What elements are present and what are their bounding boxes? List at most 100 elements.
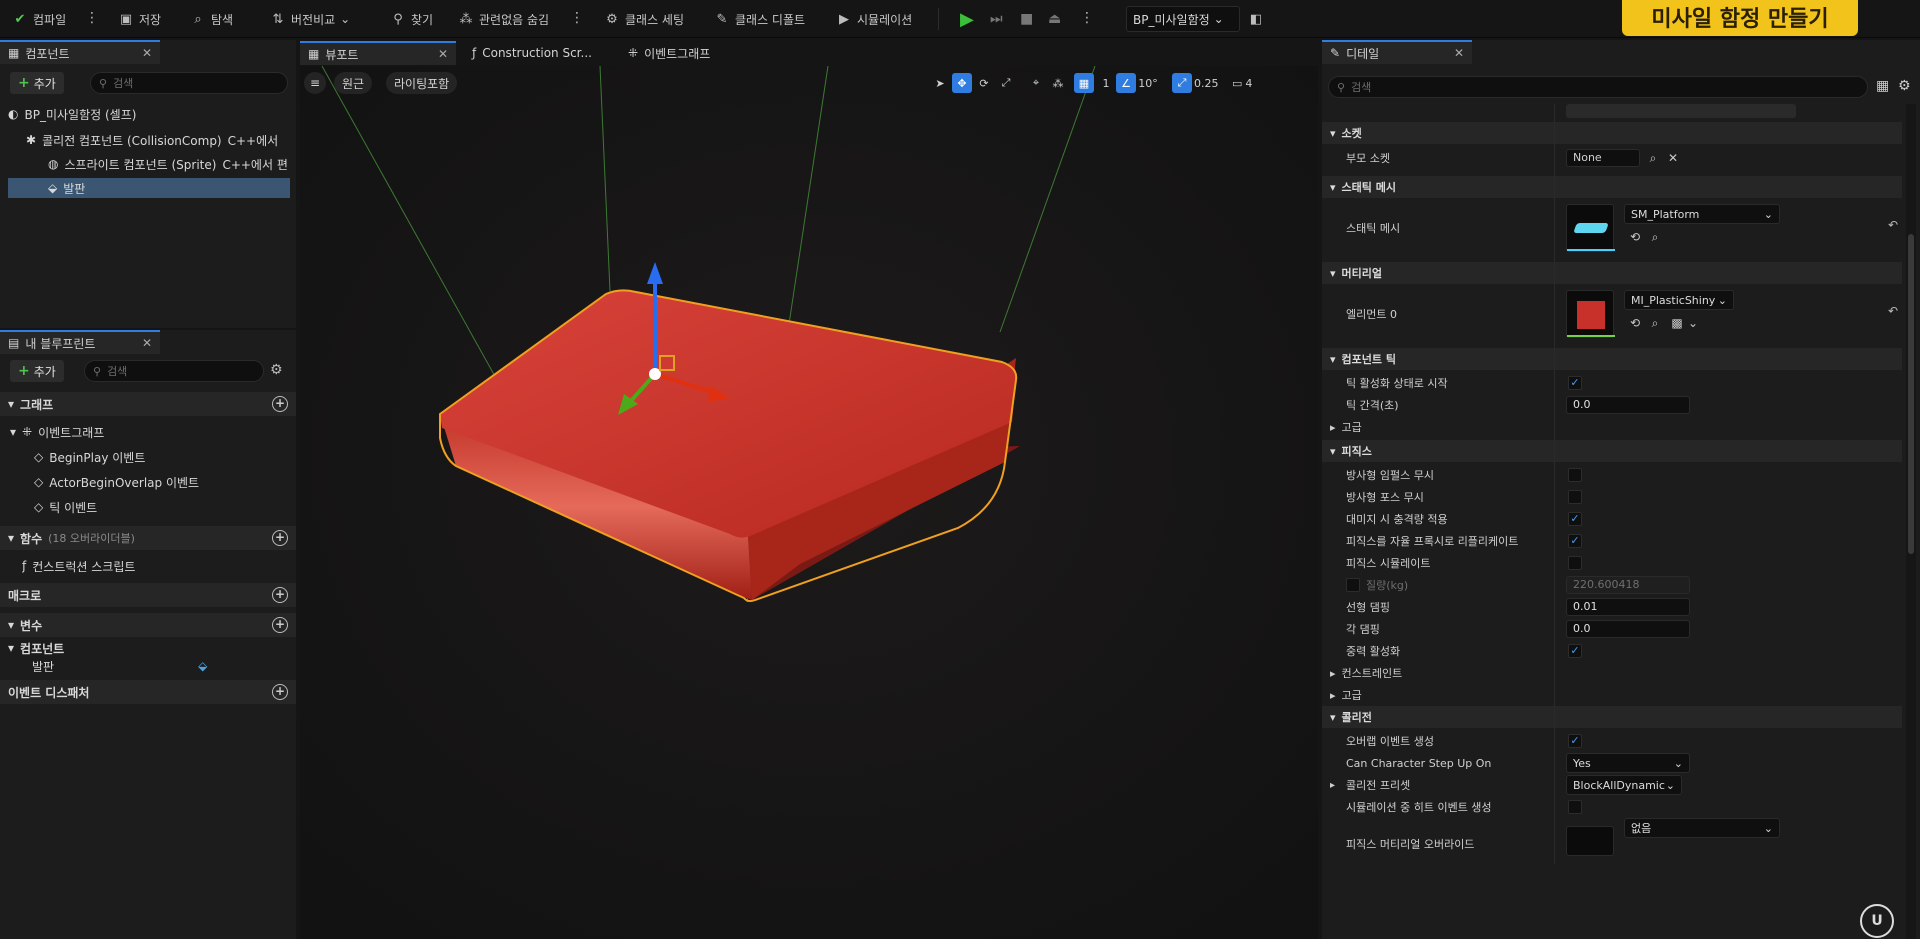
viewport-scene[interactable] xyxy=(300,66,1318,939)
add-component-button[interactable]: + 추가 xyxy=(10,72,64,94)
add-member-button[interactable]: + 추가 xyxy=(10,360,64,382)
enable-gravity-checkbox[interactable]: ✓ xyxy=(1568,644,1582,658)
close-icon[interactable]: ✕ xyxy=(1454,46,1464,60)
add-macro-icon[interactable]: + xyxy=(272,587,288,603)
coordinate-system-button[interactable]: ⌖ xyxy=(1026,73,1046,93)
clear-icon[interactable]: ✕ xyxy=(1666,151,1680,165)
collision-presets-dropdown[interactable]: BlockAllDynamic ⌄ xyxy=(1566,775,1682,795)
category-materials[interactable]: ▾ 머티리얼 xyxy=(1322,262,1902,284)
tree-item-platform[interactable]: ⬙ 발판 xyxy=(8,178,290,198)
category-component-tick[interactable]: ▾ 컴포넌트 틱 xyxy=(1322,348,1902,370)
save-button[interactable]: ▣ 저장 xyxy=(118,8,161,30)
static-mesh-dropdown[interactable]: SM_Platform ⌄ xyxy=(1624,204,1780,224)
viewport-menu-button[interactable]: ≡ xyxy=(304,72,326,94)
subcategory-advanced[interactable]: ▸ 고급 xyxy=(1322,684,1902,706)
expand-icon[interactable]: ▸ xyxy=(1330,780,1335,791)
event-item-beginplay[interactable]: ◇ BeginPlay 이벤트 xyxy=(34,447,284,467)
rotate-mode-button[interactable]: ⟳ xyxy=(974,73,994,93)
parent-socket-value[interactable]: None xyxy=(1566,149,1640,167)
scrollbar-thumb[interactable] xyxy=(1908,234,1914,554)
material-dropdown[interactable]: MI_PlasticShiny ⌄ xyxy=(1624,290,1734,310)
angular-damping-input[interactable]: 0.0 xyxy=(1566,620,1690,638)
eject-button[interactable]: ⏏ xyxy=(1048,8,1061,30)
add-variable-icon[interactable]: + xyxy=(272,617,288,633)
can-step-up-dropdown[interactable]: Yes ⌄ xyxy=(1566,753,1690,773)
stop-button[interactable]: ■ xyxy=(1020,8,1033,30)
tree-item-sprite[interactable]: ◍ 스프라이트 컴포넌트 (Sprite) C++에서 편 xyxy=(8,154,290,174)
reset-to-default-icon[interactable]: ↶ xyxy=(1888,218,1898,232)
tab-construction-script[interactable]: ƒ Construction Scr... xyxy=(464,41,614,65)
grid-snap-toggle[interactable]: ▦ xyxy=(1074,73,1094,93)
translate-mode-button[interactable]: ✥ xyxy=(952,73,972,93)
scale-snap-value[interactable]: 0.25 xyxy=(1194,73,1219,93)
browse-asset-icon[interactable]: ⌕ xyxy=(1648,230,1662,244)
hide-options-icon[interactable]: ⋮ xyxy=(570,8,584,30)
details-search-input[interactable]: ⚲ 검색 xyxy=(1328,76,1868,98)
play-button[interactable]: ▶ xyxy=(960,8,974,30)
ignore-radial-force-checkbox[interactable] xyxy=(1568,490,1582,504)
play-options-icon[interactable]: ⋮ xyxy=(1080,8,1094,30)
category-physics[interactable]: ▾ 피직스 xyxy=(1322,440,1902,462)
class-defaults-button[interactable]: ✎ 클래스 디폴트 xyxy=(714,8,806,30)
category-graphs[interactable]: ▾ 그래프 + xyxy=(0,392,296,416)
compile-button[interactable]: ✔ 컴파일 xyxy=(12,8,67,30)
mass-override-checkbox[interactable] xyxy=(1346,578,1360,592)
category-collision[interactable]: ▾ 콜리전 xyxy=(1322,706,1902,728)
sim-hit-events-checkbox[interactable] xyxy=(1568,800,1582,814)
mobility-toggle[interactable] xyxy=(1566,104,1796,118)
use-selected-icon[interactable]: ⟲ xyxy=(1628,230,1642,244)
subcategory-advanced[interactable]: ▸ 고급 xyxy=(1322,416,1902,438)
event-item-tick[interactable]: ◇ 틱 이벤트 xyxy=(34,497,284,517)
ignore-radial-impulse-checkbox[interactable] xyxy=(1568,468,1582,482)
tab-details[interactable]: ✎ 디테일 ✕ xyxy=(1322,40,1472,64)
category-sockets[interactable]: ▾ 소켓 xyxy=(1322,122,1902,144)
chevron-down-icon[interactable]: ⌄ xyxy=(1686,316,1700,330)
components-search-input[interactable]: ⚲ 검색 xyxy=(90,72,288,94)
construction-script-item[interactable]: ƒ 컨스트럭션 스크립트 xyxy=(22,556,282,576)
subcategory-constraints[interactable]: ▸ 컨스트레인트 xyxy=(1322,662,1902,684)
replicate-physics-checkbox[interactable]: ✓ xyxy=(1568,534,1582,548)
tab-event-graph[interactable]: ⁜ 이벤트그래프 xyxy=(620,41,760,65)
scale-snap-toggle[interactable]: ⤢ xyxy=(1172,73,1192,93)
table-view-icon[interactable]: ▦ xyxy=(1876,78,1889,94)
find-button[interactable]: ⚲ 찾기 xyxy=(390,8,433,30)
use-selected-icon[interactable]: ⟲ xyxy=(1628,316,1642,330)
hide-unrelated-button[interactable]: ⁂ 관련없음 숨김 xyxy=(458,8,550,30)
category-static-mesh[interactable]: ▾ 스태틱 메시 xyxy=(1322,176,1902,198)
checker-icon[interactable]: ▩ xyxy=(1670,316,1684,330)
add-graph-icon[interactable]: + xyxy=(272,396,288,412)
blueprint-search-input[interactable]: ⚲ 검색 xyxy=(84,360,264,382)
browse-button[interactable]: ⌕ 탐색 xyxy=(190,8,233,30)
rotation-snap-value[interactable]: 10° xyxy=(1138,73,1158,93)
tab-components[interactable]: ▦ 컴포넌트 ✕ xyxy=(0,40,160,64)
viewport[interactable]: ≡ 원근 라이팅포함 ➤ ✥ ⟳ ⤢ ⌖ ⁂ ▦ 1 ∠ 10° ⤢ 0.25 … xyxy=(300,66,1318,939)
category-event-dispatchers[interactable]: 이벤트 디스패처 + xyxy=(0,680,296,704)
column-divider[interactable] xyxy=(1554,104,1555,864)
close-icon[interactable]: ✕ xyxy=(438,47,448,61)
details-scrollbar[interactable] xyxy=(1906,104,1916,939)
class-settings-button[interactable]: ⚙ 클래스 세팅 xyxy=(604,8,684,30)
diff-button[interactable]: ⇅ 버전비교 ⌄ xyxy=(270,8,351,30)
tick-interval-input[interactable]: 0.0 xyxy=(1566,396,1690,414)
camera-speed-button[interactable]: ▭ 4 xyxy=(1232,73,1252,93)
category-variables[interactable]: ▾ 변수 + xyxy=(0,613,296,637)
simulation-button[interactable]: ▶ 시뮬레이션 xyxy=(836,8,912,30)
variables-components-group[interactable]: ▾ 컴포넌트 xyxy=(8,638,288,658)
lighting-button[interactable]: 라이팅포함 xyxy=(386,72,458,94)
compile-options-icon[interactable]: ⋮ xyxy=(85,8,99,30)
debug-filter-button[interactable]: ◧ xyxy=(1248,8,1264,30)
tree-item-collision[interactable]: ✱ 콜리전 컴포넌트 (CollisionComp) C++에서 xyxy=(8,130,290,150)
simulate-physics-checkbox[interactable] xyxy=(1568,556,1582,570)
select-mode-button[interactable]: ➤ xyxy=(930,73,950,93)
tab-my-blueprint[interactable]: ▤ 내 블루프린트 ✕ xyxy=(0,330,160,354)
rotation-snap-toggle[interactable]: ∠ xyxy=(1116,73,1136,93)
mesh-thumbnail[interactable] xyxy=(1566,204,1615,252)
scale-mode-button[interactable]: ⤢ xyxy=(996,73,1016,93)
grid-size-button[interactable]: 1 xyxy=(1096,73,1116,93)
folder-search-icon[interactable]: ⌕ xyxy=(1646,151,1660,165)
debug-object-dropdown[interactable]: BP_미사일함정 ⌄ xyxy=(1126,6,1240,32)
variable-item-platform[interactable]: 발판 ⬙ xyxy=(32,656,282,676)
event-item-actorbeginoverlap[interactable]: ◇ ActorBeginOverlap 이벤트 xyxy=(34,472,284,492)
tree-item-self[interactable]: ◐ BP_미사일함정 (셀프) xyxy=(8,104,290,124)
category-macros[interactable]: 매크로 + xyxy=(0,583,296,607)
